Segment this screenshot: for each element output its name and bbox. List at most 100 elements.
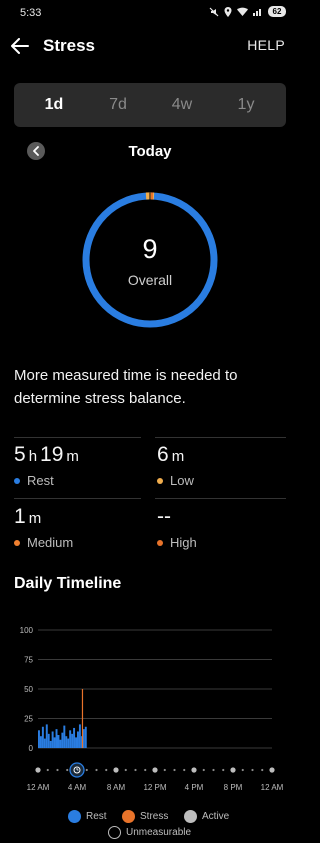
low-dot-icon xyxy=(157,477,163,484)
hour-dot xyxy=(269,767,275,773)
hour-dot xyxy=(191,767,197,773)
tab-7d[interactable]: 7d xyxy=(98,96,138,114)
x-tick-label: 4 AM xyxy=(68,783,87,792)
hour-dot xyxy=(152,767,158,773)
rest-bar xyxy=(75,737,77,748)
stress-bar xyxy=(81,689,84,748)
hour-dot xyxy=(173,768,176,772)
rest-bar xyxy=(65,736,68,748)
hour-dot xyxy=(66,768,69,772)
divider xyxy=(14,437,141,438)
app-bar: Stress HELP xyxy=(0,30,300,62)
high-dot-icon xyxy=(157,539,163,546)
rest-bar xyxy=(78,724,81,748)
legend-unmeasurable: Unmeasurable xyxy=(108,826,191,839)
hour-dot xyxy=(113,767,119,773)
rest-bar xyxy=(84,726,87,748)
stat-high-label: High xyxy=(170,535,197,550)
rest-bar xyxy=(51,731,54,748)
date-navigation: Today xyxy=(0,140,300,162)
tab-1y[interactable]: 1y xyxy=(226,96,266,114)
stat-high-value: -- xyxy=(157,505,171,528)
rest-bar xyxy=(49,740,52,748)
date-label: Today xyxy=(128,143,172,160)
hour-dot xyxy=(95,768,98,772)
tab-4w[interactable]: 4w xyxy=(162,96,202,114)
y-tick-label: 100 xyxy=(20,626,34,635)
x-tick-label: 12 AM xyxy=(27,783,50,792)
stat-low: 6m Low xyxy=(157,443,194,488)
stat-medium-value: 1m xyxy=(14,505,42,528)
period-tabs: 1d 7d 4w 1y xyxy=(14,83,286,127)
stat-rest: 5 h 19 m Rest xyxy=(14,443,82,488)
hour-dot xyxy=(105,768,108,772)
page-title: Stress xyxy=(43,36,95,55)
hour-dot xyxy=(251,768,254,772)
stat-medium-label: Medium xyxy=(27,535,74,550)
rest-bar xyxy=(61,732,64,748)
hour-dot xyxy=(241,768,244,772)
stat-rest-label: Rest xyxy=(27,473,54,488)
x-tick-label: 4 PM xyxy=(185,783,204,792)
rest-bar xyxy=(82,729,85,748)
timeline-title: Daily Timeline xyxy=(14,575,122,592)
help-button[interactable]: HELP xyxy=(247,37,285,53)
unmeasurable-legend-icon xyxy=(108,826,121,839)
medium-dot-icon xyxy=(14,539,20,546)
stat-low-value: 6m xyxy=(157,443,185,466)
hour-dot xyxy=(144,768,147,772)
hour-dot xyxy=(134,768,137,772)
x-tick-label: 8 AM xyxy=(107,783,126,792)
stat-medium: 1m Medium xyxy=(14,505,73,550)
y-tick-label: 75 xyxy=(24,656,33,665)
status-time: 5:33 xyxy=(20,7,42,19)
rest-bar xyxy=(38,730,40,748)
hour-dot xyxy=(202,768,205,772)
back-button[interactable] xyxy=(8,34,32,58)
x-tick-label: 12 PM xyxy=(143,783,166,792)
stat-high: -- High xyxy=(157,505,197,550)
divider xyxy=(155,498,286,499)
arrow-left-icon xyxy=(11,38,29,54)
hour-dot xyxy=(85,768,88,772)
signal-icon xyxy=(253,7,263,16)
rest-bar xyxy=(39,736,42,748)
stress-legend-icon xyxy=(122,810,135,823)
rest-legend-icon xyxy=(68,810,81,823)
wifi-icon xyxy=(237,7,248,16)
tab-1d[interactable]: 1d xyxy=(34,96,74,114)
chart-legend: Rest Stress Active Unmeasurable xyxy=(0,808,300,843)
rest-bar xyxy=(57,735,60,748)
hour-dot xyxy=(230,767,236,773)
mute-icon xyxy=(209,7,219,17)
active-legend-icon xyxy=(184,810,197,823)
stat-low-label: Low xyxy=(170,473,194,488)
legend-active: Active xyxy=(184,810,229,823)
stat-rest-value: 5 h 19 m xyxy=(14,443,79,466)
rest-bar xyxy=(69,730,72,748)
rest-bar xyxy=(63,725,66,748)
rest-bar xyxy=(55,729,58,748)
status-icons: 62 xyxy=(209,6,286,17)
rest-bar xyxy=(67,738,70,748)
x-tick-label: 8 PM xyxy=(224,783,243,792)
hour-dot xyxy=(183,768,186,772)
divider xyxy=(155,437,286,438)
hour-dot xyxy=(35,767,41,773)
x-tick-label: 12 AM xyxy=(261,783,284,792)
location-icon xyxy=(224,6,232,17)
y-tick-label: 25 xyxy=(24,715,33,724)
hour-dot xyxy=(261,768,264,772)
hour-dot xyxy=(124,768,127,772)
hour-dot xyxy=(163,768,166,772)
overall-label: Overall xyxy=(127,272,173,288)
legend-stress: Stress xyxy=(122,810,168,823)
hour-dot xyxy=(212,768,215,772)
legend-rest: Rest xyxy=(68,810,107,823)
y-tick-label: 0 xyxy=(29,744,34,753)
stress-balance-notice: More measured time is needed to determin… xyxy=(14,367,238,407)
status-bar: 5:33 62 xyxy=(0,0,300,26)
rest-bar xyxy=(45,724,48,748)
rest-bar xyxy=(73,727,76,748)
hour-dot xyxy=(56,768,59,772)
